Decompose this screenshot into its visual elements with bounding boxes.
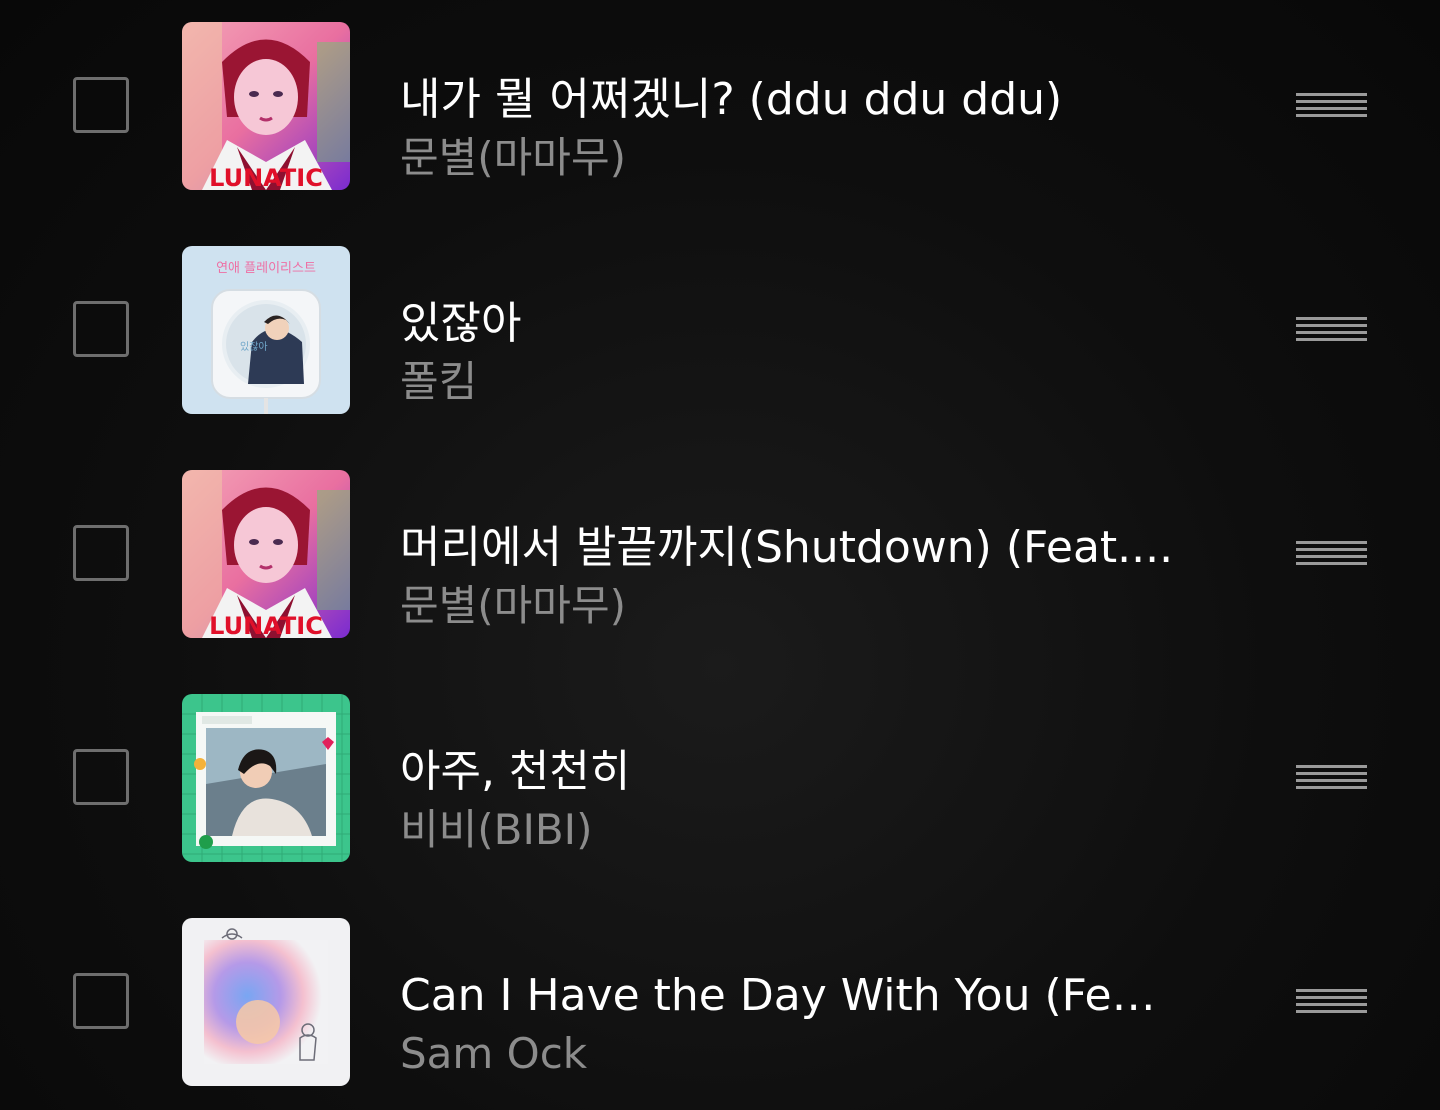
- drag-handle-icon[interactable]: [1296, 541, 1367, 565]
- album-art[interactable]: 연애 플레이리스트 있잖아: [182, 246, 350, 414]
- drag-handle-icon[interactable]: [1296, 93, 1367, 117]
- checkbox-empty-icon[interactable]: [73, 525, 129, 581]
- drag-handle-icon[interactable]: [1296, 317, 1367, 341]
- lunatic-cover-icon: LUNATIC: [182, 470, 350, 638]
- song-title[interactable]: 아주, 천천히: [400, 744, 1180, 800]
- album-art[interactable]: LUNATIC: [182, 470, 350, 638]
- cd-player-cover-icon: 연애 플레이리스트 있잖아: [182, 246, 350, 414]
- green-frame-cover-icon: [182, 694, 350, 862]
- lunatic-cover-icon: LUNATIC: [182, 22, 350, 190]
- song-row[interactable]: LUNATIC 내가 뭘 어쩌겠니? (ddu ddu ddu) 문별(마마무): [0, 22, 1440, 246]
- drag-handle-icon[interactable]: [1296, 989, 1367, 1013]
- song-artist: 비비(BIBI): [400, 805, 593, 854]
- album-art[interactable]: [182, 694, 350, 862]
- svg-text:LUNATIC: LUNATIC: [209, 612, 323, 638]
- svg-text:LUNATIC: LUNATIC: [209, 164, 323, 190]
- song-title[interactable]: 머리에서 발끝까지(Shutdown) (Feat....: [400, 520, 1180, 576]
- song-list: LUNATIC 내가 뭘 어쩌겠니? (ddu ddu ddu) 문별(마마무)…: [0, 0, 1440, 1110]
- song-title[interactable]: 내가 뭘 어쩌겠니? (ddu ddu ddu): [400, 72, 1180, 128]
- checkbox-empty-icon[interactable]: [73, 749, 129, 805]
- checkbox-empty-icon[interactable]: [73, 973, 129, 1029]
- song-row[interactable]: 연애 플레이리스트 있잖아 있잖아 폴킴: [0, 246, 1440, 470]
- svg-text:있잖아: 있잖아: [240, 341, 268, 353]
- album-art[interactable]: [182, 918, 350, 1086]
- song-row[interactable]: 아주, 천천히 비비(BIBI): [0, 694, 1440, 918]
- pastel-gradient-cover-icon: [182, 918, 350, 1086]
- svg-text:연애 플레이리스트: 연애 플레이리스트: [216, 261, 316, 276]
- drag-handle-icon[interactable]: [1296, 765, 1367, 789]
- song-artist: Sam Ock: [400, 1029, 588, 1078]
- checkbox-empty-icon[interactable]: [73, 301, 129, 357]
- song-artist: 문별(마마무): [400, 581, 626, 630]
- song-artist: 문별(마마무): [400, 133, 626, 182]
- song-title[interactable]: Can I Have the Day With You (Feat....: [400, 968, 1180, 1024]
- song-row[interactable]: LUNATIC 머리에서 발끝까지(Shutdown) (Feat.... 문별…: [0, 470, 1440, 694]
- song-artist: 폴킴: [400, 357, 478, 406]
- song-row[interactable]: Can I Have the Day With You (Feat.... Sa…: [0, 918, 1440, 1110]
- checkbox-empty-icon[interactable]: [73, 77, 129, 133]
- song-title[interactable]: 있잖아: [400, 296, 1180, 352]
- album-art[interactable]: LUNATIC: [182, 22, 350, 190]
